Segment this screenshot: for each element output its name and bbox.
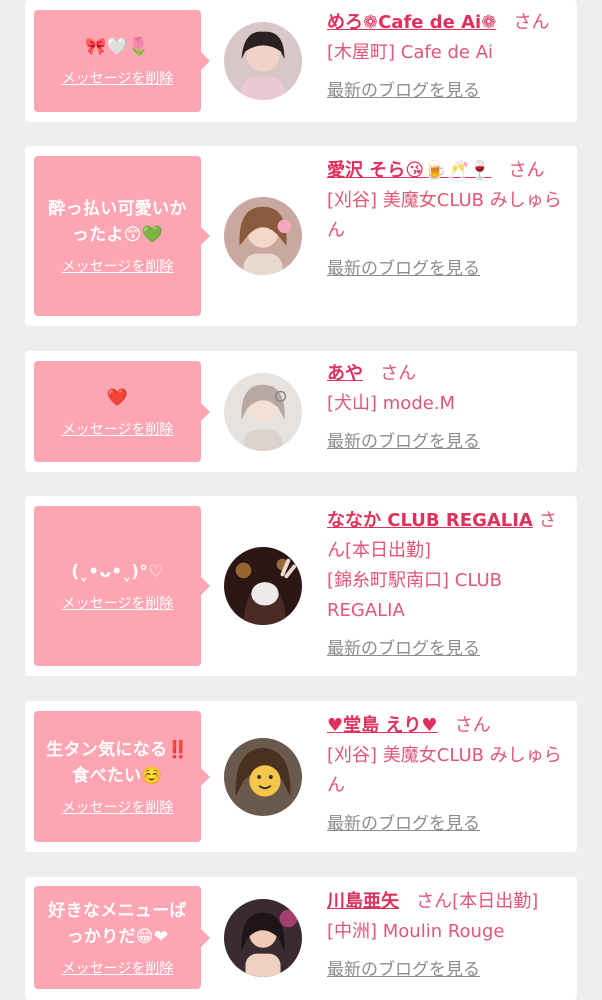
girl-info: ななか CLUB REGALIA さん[本日出勤] [錦糸町駅南口] CLUB … <box>327 506 565 664</box>
message-bubble: 好きなメニューばっかりだ😁❤ メッセージを削除 <box>34 886 210 989</box>
delete-message-link[interactable]: メッセージを削除 <box>62 958 174 978</box>
girl-name-link[interactable]: ななか CLUB REGALIA <box>327 510 533 531</box>
latest-blog-link[interactable]: 最新のブログを見る <box>327 955 480 985</box>
avatar[interactable] <box>224 738 302 816</box>
delete-message-link[interactable]: メッセージを削除 <box>62 256 174 276</box>
message-card: (ˬ•ᴗ•ˬ)°♡ メッセージを削除 ななか CLUB REGALIA さん[本… <box>25 496 577 676</box>
girl-info: あや さん [犬山] mode.M 最新のブログを見る <box>327 359 565 457</box>
girl-name-link[interactable]: 愛沢 そら😘🍺🥂🍷 <box>327 160 491 181</box>
latest-blog-link[interactable]: 最新のブログを見る <box>327 427 480 457</box>
girl-info: ♥堂島 えり♥ さん [刈谷] 美魔女CLUB みしゅらん 最新のブログを見る <box>327 711 565 839</box>
honorific-label: さん <box>508 160 545 181</box>
message-card: 酔っ払い可愛いかったよ😙💚 メッセージを削除 愛沢 そら😘🍺🥂🍷 さん [刈谷]… <box>25 146 577 326</box>
message-text: 生タン気になる‼️食べたい☺️ <box>46 739 189 786</box>
shop-name: [刈谷] 美魔女CLUB みしゅらん <box>327 745 562 796</box>
avatar[interactable] <box>224 22 302 100</box>
delete-message-link[interactable]: メッセージを削除 <box>62 419 174 439</box>
honorific-label: さん <box>513 12 550 33</box>
message-text: ❤️ <box>106 387 129 408</box>
shop-name: [中洲] Moulin Rouge <box>327 921 505 942</box>
message-card: 生タン気になる‼️食べたい☺️ メッセージを削除 ♥堂島 えり♥ さん [刈谷]… <box>25 701 577 852</box>
latest-blog-link[interactable]: 最新のブログを見る <box>327 254 480 284</box>
honorific-label: さん <box>380 363 417 384</box>
latest-blog-link[interactable]: 最新のブログを見る <box>327 809 480 839</box>
girl-name-link[interactable]: あや <box>327 363 363 384</box>
girl-info: めろ❁Cafe de Ai❁ さん [木屋町] Cafe de Ai 最新のブロ… <box>327 8 565 106</box>
avatar[interactable] <box>224 547 302 625</box>
latest-blog-link[interactable]: 最新のブログを見る <box>327 76 480 106</box>
latest-blog-link[interactable]: 最新のブログを見る <box>327 634 480 664</box>
message-card: 好きなメニューばっかりだ😁❤ メッセージを削除 川島亜矢 さん[本日出勤] [中… <box>25 877 577 1000</box>
shop-name: [刈谷] 美魔女CLUB みしゅらん <box>327 190 562 241</box>
message-bubble: 酔っ払い可愛いかったよ😙💚 メッセージを削除 <box>34 156 210 316</box>
message-bubble: (ˬ•ᴗ•ˬ)°♡ メッセージを削除 <box>34 506 210 666</box>
message-card: 🎀🤍🌷 メッセージを削除 めろ❁Cafe de Ai❁ さん [木屋町] Caf… <box>25 0 577 122</box>
delete-message-link[interactable]: メッセージを削除 <box>62 68 174 88</box>
girl-info: 川島亜矢 さん[本日出勤] [中洲] Moulin Rouge 最新のブログを見… <box>327 887 565 985</box>
honorific-label: さん <box>454 715 491 736</box>
delete-message-link[interactable]: メッセージを削除 <box>62 593 174 613</box>
message-bubble: ❤️ メッセージを削除 <box>34 361 210 462</box>
message-text: 好きなメニューばっかりだ😁❤ <box>48 900 187 947</box>
message-bubble: 🎀🤍🌷 メッセージを削除 <box>34 10 210 112</box>
honorific-label: さん[本日出勤] <box>416 891 539 912</box>
shop-name: [錦糸町駅南口] CLUB REGALIA <box>327 570 502 621</box>
girl-name-link[interactable]: めろ❁Cafe de Ai❁ <box>327 12 496 33</box>
message-text: (ˬ•ᴗ•ˬ)°♡ <box>71 562 164 582</box>
avatar[interactable] <box>224 197 302 275</box>
avatar[interactable] <box>224 899 302 977</box>
avatar[interactable] <box>224 373 302 451</box>
girl-name-link[interactable]: 川島亜矢 <box>327 891 399 912</box>
delete-message-link[interactable]: メッセージを削除 <box>62 797 174 817</box>
message-text: 酔っ払い可愛いかったよ😙💚 <box>48 199 187 245</box>
message-card: ❤️ メッセージを削除 あや さん [犬山] mode.M 最新のブログを見る <box>25 351 577 472</box>
shop-name: [犬山] mode.M <box>327 393 456 414</box>
girl-name-link[interactable]: ♥堂島 えり♥ <box>327 715 438 736</box>
girl-info: 愛沢 そら😘🍺🥂🍷 さん [刈谷] 美魔女CLUB みしゅらん 最新のブログを見… <box>327 156 565 284</box>
shop-name: [木屋町] Cafe de Ai <box>327 42 494 63</box>
message-text: 🎀🤍🌷 <box>85 37 150 57</box>
message-bubble: 生タン気になる‼️食べたい☺️ メッセージを削除 <box>34 711 210 842</box>
